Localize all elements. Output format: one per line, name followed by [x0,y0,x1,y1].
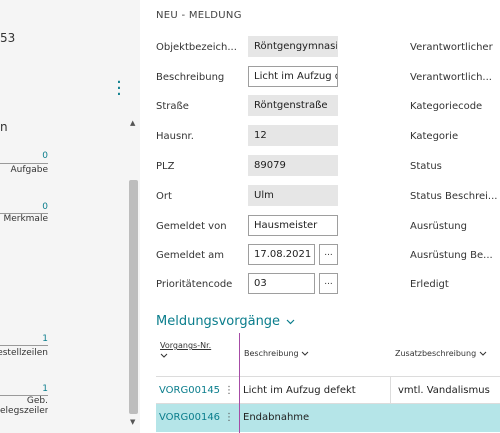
row-description[interactable]: Licht im Aufzug defekt [243,377,389,405]
column-separator [390,377,391,405]
field-label-strasse: Straße [156,101,189,112]
gemeldet-am-input[interactable]: 17.08.2021 15: [248,244,315,265]
sort-chevron-icon[interactable] [160,351,168,360]
more-options-icon[interactable]: · · · [116,74,122,104]
partial-letter: n [0,120,8,134]
hausnr-field[interactable]: 12 [248,125,338,146]
row-actions-icon[interactable]: ⋮ [224,404,234,432]
field-label-hausnr: Hausnr. [156,131,194,142]
tile-label-bestellzeilen: estellzeilen [0,348,48,358]
field-label-plz: PLZ [156,161,175,172]
subpage-title-meldungsvorgaenge[interactable]: Meldungsvorgänge [156,314,295,329]
beschreibung-input[interactable]: Licht im Aufzug de [248,66,338,87]
row-actions-icon[interactable]: ⋮ [224,377,234,405]
tile-value-aufgabe[interactable]: 0 [42,151,48,161]
field-label-ort: Ort [156,191,172,202]
tile-label-belegszeilen-2: elegszeilen [0,406,48,416]
ort-field[interactable]: Ulm [248,185,338,206]
column-header-beschreibung[interactable]: Beschreibung [244,349,309,358]
field-label-ausruestung: Ausrüstung [410,221,467,232]
field-label-beschreibung: Beschreibung [156,72,225,83]
field-label-status: Status [410,161,442,172]
scroll-up-icon[interactable]: ▲ [130,119,135,127]
tile-divider [0,345,48,346]
table-row[interactable]: VORG00145 ⋮ Licht im Aufzug defekt vmtl.… [156,376,500,405]
tile-value-belegszeilen[interactable]: 1 [42,384,48,394]
gemeldet-von-input[interactable]: Hausmeister [248,215,338,236]
field-label-kategoriecode: Kategoriecode [410,101,483,112]
prioritaetencode-input[interactable]: 03 [248,273,315,294]
chevron-down-icon [286,319,295,325]
row-extra-description[interactable]: vmtl. Vandalismus [394,377,500,405]
scrollbar-thumb[interactable] [129,180,138,414]
strasse-field[interactable]: Röntgenstraße [248,95,338,116]
column-header-zusatzbeschreibung[interactable]: Zusatzbeschreibung [395,349,487,358]
column-focus-indicator [239,333,240,433]
field-label-ausruestung-beschreibung: Ausrüstung Be... [410,250,493,261]
row-code-link[interactable]: VORG00146 [159,404,220,432]
column-header-zusatzbeschreibung-text: Zusatzbeschreibung [395,349,477,358]
chevron-down-icon [301,351,309,356]
tile-divider [0,163,48,164]
row-code-link[interactable]: VORG00145 [159,377,220,405]
field-label-prioritaetencode: Prioritätencode [156,279,233,290]
field-label-verantwortlicher: Verantwortlicher [410,42,493,53]
tile-value-bestellzeilen[interactable]: 1 [42,334,48,344]
partial-number: 53 [0,31,16,45]
scroll-down-icon[interactable]: ▼ [130,418,135,426]
objektbezeichnung-field[interactable]: Röntgengymnasi... [248,36,338,57]
field-label-status-beschreibung: Status Beschrei... [410,191,498,202]
table-row-selected[interactable]: VORG00146 ⋮ Endabnahme [156,404,500,432]
row-description[interactable]: Endabnahme [243,404,389,432]
field-label-gemeldet-am: Gemeldet am [156,250,225,261]
field-label-kategorie: Kategorie [410,131,459,142]
chevron-down-icon [479,351,487,356]
field-label-gemeldet-von: Gemeldet von [156,221,227,232]
plz-field[interactable]: 89079 [248,155,338,176]
prioritaet-lookup-button[interactable]: ... [319,273,338,294]
tile-value-merkmale[interactable]: 0 [42,202,48,212]
field-label-objektbezeichnung: Objektbezeich... [156,42,237,53]
tile-label-merkmale: Merkmale [3,214,48,224]
field-label-verantwortlich-name: Verantwortlich... [410,72,492,83]
column-header-vorgangs-nr[interactable]: Vorgangs-Nr. [160,341,211,350]
date-picker-button[interactable]: ... [319,244,338,265]
left-factbox-panel: 53 · · · n 0 Aufgabe 0 Merkmale 1 estellze… [0,0,140,433]
field-label-erledigt: Erledigt [410,279,449,290]
row-extra-description[interactable] [394,404,500,432]
page-title: NEU - MELDUNG [156,10,242,21]
tile-label-aufgabe: Aufgabe [10,165,48,175]
subpage-title-text: Meldungsvorgänge [156,314,281,329]
column-header-beschreibung-text: Beschreibung [244,349,299,358]
